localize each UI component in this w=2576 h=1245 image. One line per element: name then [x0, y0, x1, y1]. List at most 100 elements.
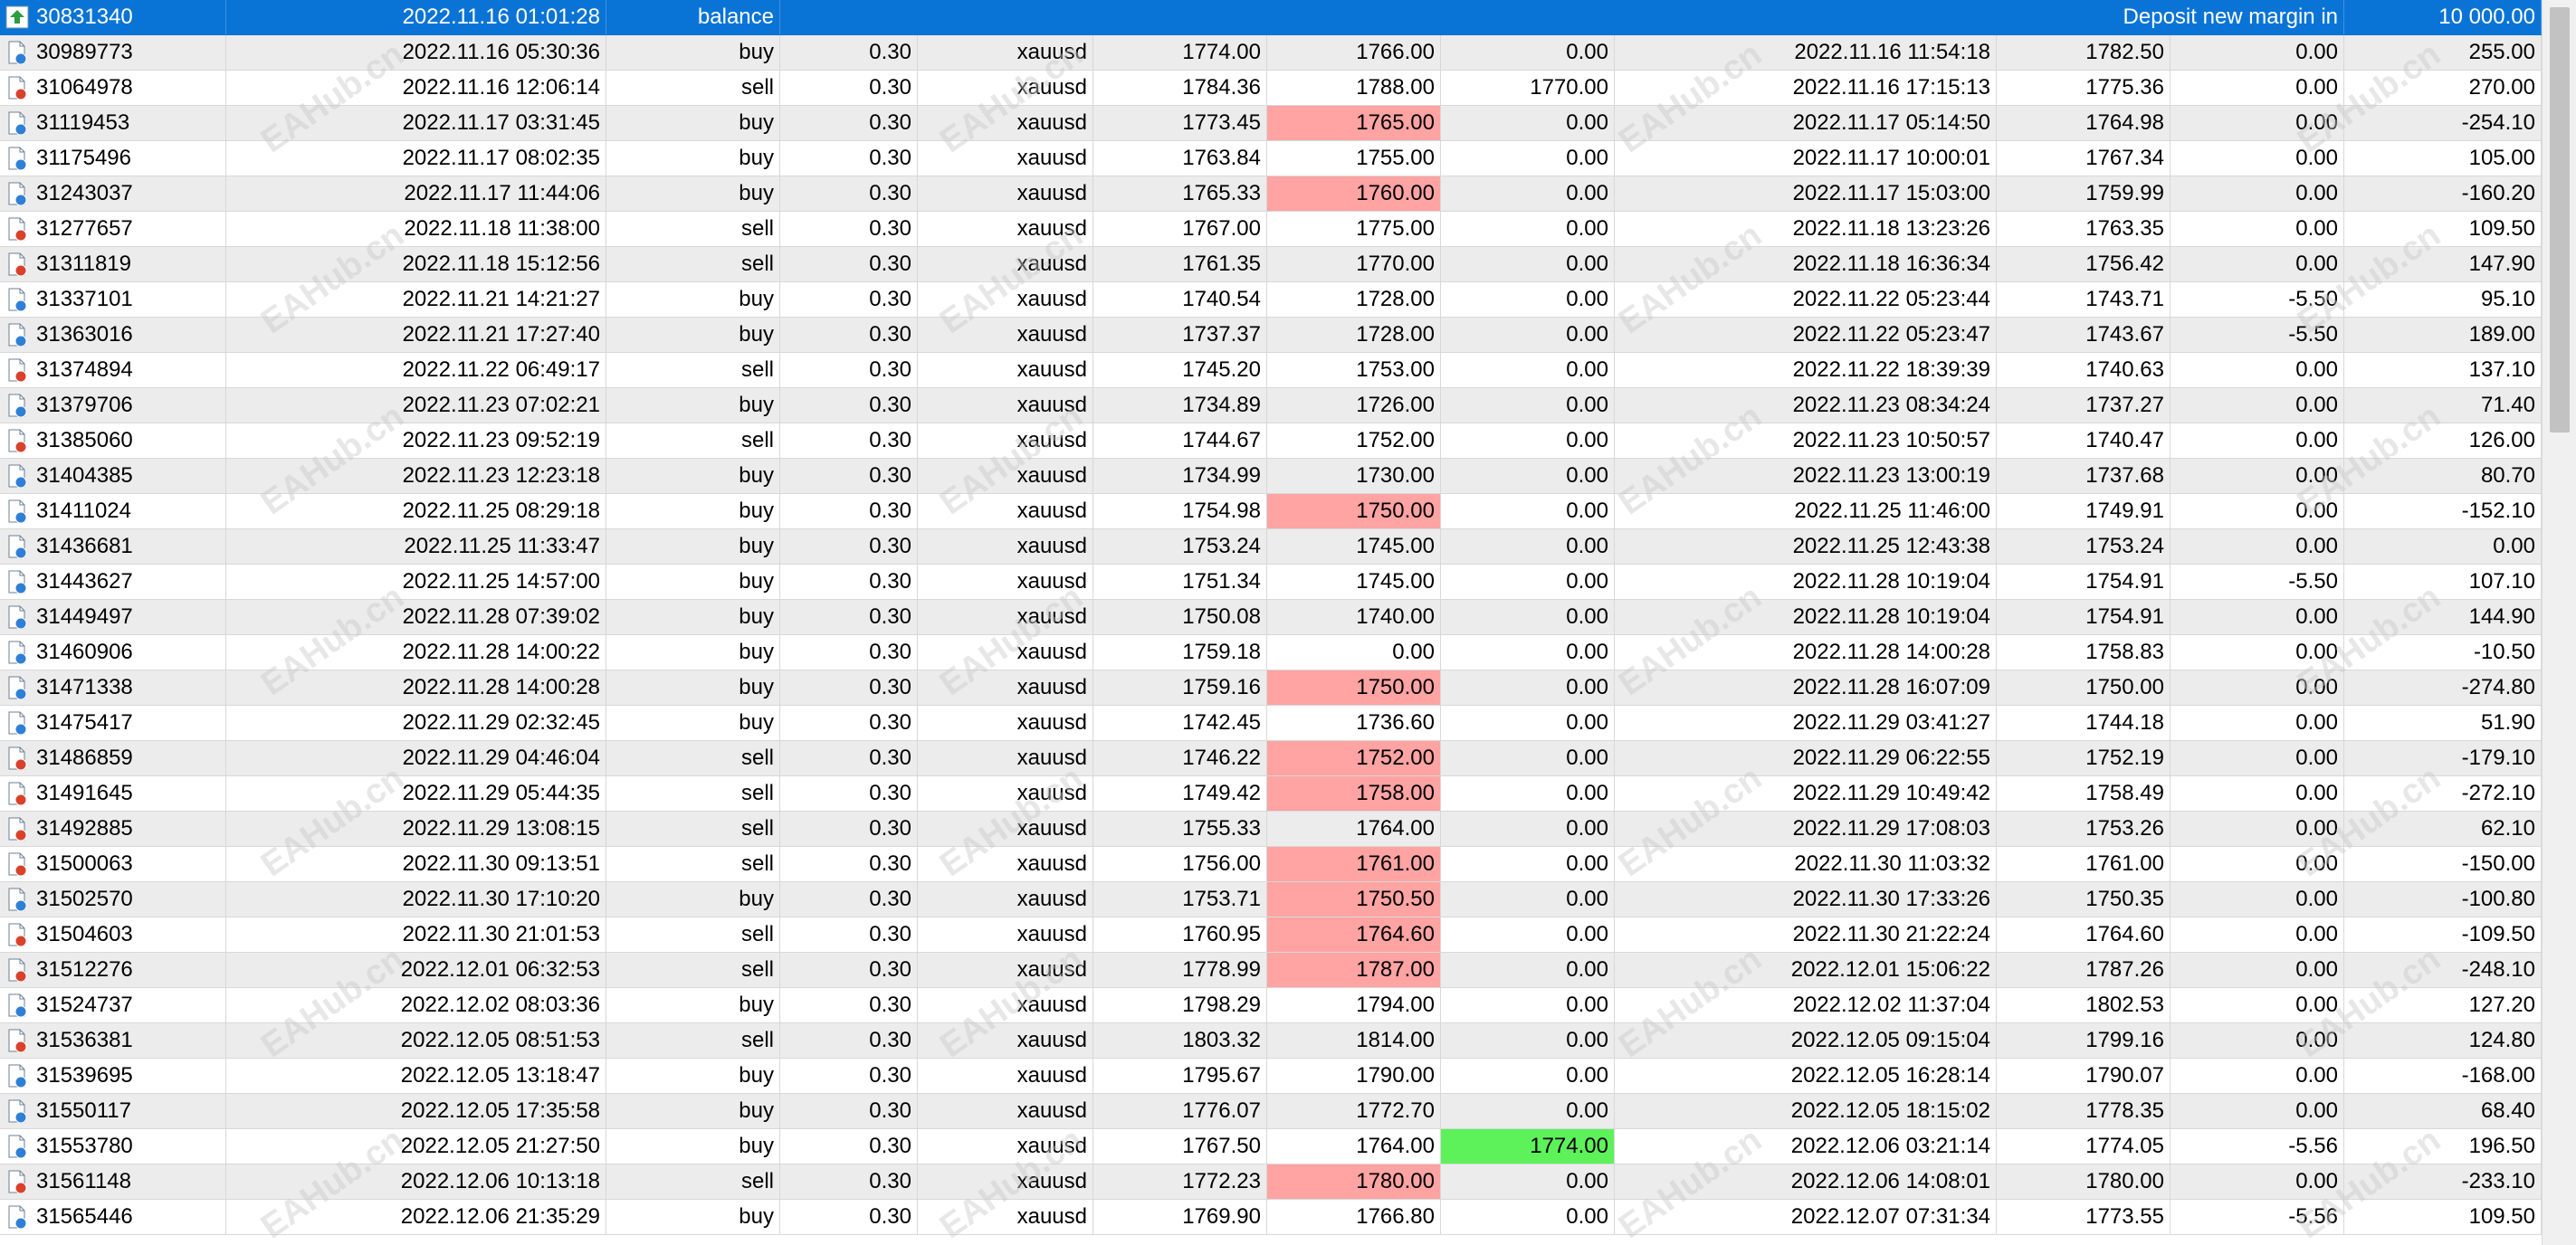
- ticket-cell[interactable]: 31277657: [0, 212, 226, 246]
- table-row[interactable]: 31492885 2022.11.29 13:08:15 sell 0.30 xauus…: [0, 812, 2542, 847]
- ticket-cell[interactable]: 31504603: [0, 917, 226, 952]
- table-row[interactable]: 31363016 2022.11.21 17:27:40 buy 0.30 xauusd…: [0, 318, 2542, 353]
- open-time-cell: 2022.11.21 17:27:40: [226, 318, 606, 352]
- table-row[interactable]: 31504603 2022.11.30 21:01:53 sell 0.30 xauus…: [0, 917, 2542, 953]
- symbol-cell: xauusd: [918, 318, 1093, 352]
- tp-cell: 0.00: [1441, 635, 1615, 670]
- sell-order-icon: [5, 358, 29, 383]
- tp-cell: 0.00: [1441, 35, 1615, 70]
- table-row[interactable]: 31524737 2022.12.02 08:03:36 buy 0.30 xauusd…: [0, 988, 2542, 1023]
- ticket-cell[interactable]: 31475417: [0, 706, 226, 740]
- tp-cell: 0.00: [1441, 388, 1615, 423]
- open-time-cell: 2022.12.06 21:35:29: [226, 1200, 606, 1234]
- ticket-cell[interactable]: 31512276: [0, 953, 226, 987]
- table-row[interactable]: 31311819 2022.11.18 15:12:56 sell 0.30 xauus…: [0, 247, 2542, 282]
- swap-cell: 0.00: [2171, 494, 2344, 528]
- table-row[interactable]: 31550117 2022.12.05 17:35:58 buy 0.30 xauusd…: [0, 1094, 2542, 1129]
- ticket-cell[interactable]: 31443627: [0, 565, 226, 599]
- ticket-cell[interactable]: 31064978: [0, 71, 226, 105]
- ticket-cell[interactable]: 31119453: [0, 106, 226, 140]
- table-row[interactable]: 31243037 2022.11.17 11:44:06 buy 0.30 xauusd…: [0, 176, 2542, 212]
- close-price-cell: 1754.91: [1997, 600, 2171, 634]
- ticket-cell[interactable]: 31524737: [0, 988, 226, 1022]
- ticket-cell[interactable]: 31500063: [0, 847, 226, 881]
- swap-cell: 0.00: [2171, 459, 2344, 493]
- vertical-scrollbar[interactable]: [2542, 0, 2576, 1245]
- table-row[interactable]: 31471338 2022.11.28 14:00:28 buy 0.30 xauusd…: [0, 670, 2542, 706]
- sl-cell: 1745.00: [1267, 529, 1441, 564]
- scrollbar-thumb[interactable]: [2550, 7, 2570, 432]
- ticket-cell[interactable]: 31363016: [0, 318, 226, 352]
- table-row[interactable]: 31475417 2022.11.29 02:32:45 buy 0.30 xauusd…: [0, 706, 2542, 741]
- close-time-cell: 2022.11.28 16:07:09: [1615, 670, 1997, 705]
- table-row[interactable]: 31512276 2022.12.01 06:32:53 sell 0.30 xauus…: [0, 953, 2542, 988]
- table-row[interactable]: 31119453 2022.11.17 03:31:45 buy 0.30 xauusd…: [0, 106, 2542, 141]
- profit-cell: -109.50: [2344, 917, 2542, 952]
- table-row[interactable]: 31449497 2022.11.28 07:39:02 buy 0.30 xauusd…: [0, 600, 2542, 635]
- table-row[interactable]: 31064978 2022.11.16 12:06:14 sell 0.30 xauus…: [0, 71, 2542, 106]
- symbol-cell: xauusd: [918, 600, 1093, 634]
- ticket-number: 31492885: [36, 816, 133, 841]
- ticket-cell[interactable]: 31502570: [0, 882, 226, 917]
- ticket-cell[interactable]: 31491645: [0, 776, 226, 811]
- symbol-cell: xauusd: [918, 988, 1093, 1022]
- ticket-number: 31524737: [36, 993, 133, 1017]
- ticket-cell[interactable]: 31385060: [0, 423, 226, 458]
- ticket-cell[interactable]: 30831340: [0, 0, 226, 34]
- ticket-cell[interactable]: 31536381: [0, 1023, 226, 1058]
- ticket-cell[interactable]: 30989773: [0, 35, 226, 70]
- ticket-cell[interactable]: 31550117: [0, 1094, 226, 1128]
- ticket-cell[interactable]: 31486859: [0, 741, 226, 775]
- ticket-cell[interactable]: 31337101: [0, 282, 226, 317]
- table-row[interactable]: 31539695 2022.12.05 13:18:47 buy 0.30 xauusd…: [0, 1059, 2542, 1094]
- swap-cell: 0.00: [2171, 35, 2344, 70]
- ticket-cell[interactable]: 31311819: [0, 247, 226, 281]
- table-row[interactable]: 31500063 2022.11.30 09:13:51 sell 0.30 xauus…: [0, 847, 2542, 882]
- table-row[interactable]: 31491645 2022.11.29 05:44:35 sell 0.30 xauus…: [0, 776, 2542, 812]
- open-price-cell: 1803.32: [1093, 1023, 1267, 1058]
- tp-cell: 0.00: [1441, 776, 1615, 811]
- table-row[interactable]: 31561148 2022.12.06 10:13:18 sell 0.30 xauus…: [0, 1164, 2542, 1200]
- table-row[interactable]: 31553780 2022.12.05 21:27:50 buy 0.30 xauusd…: [0, 1129, 2542, 1164]
- table-row[interactable]: 31385060 2022.11.23 09:52:19 sell 0.30 xauus…: [0, 423, 2542, 459]
- ticket-cell[interactable]: 31492885: [0, 812, 226, 846]
- table-row[interactable]: 31502570 2022.11.30 17:10:20 buy 0.30 xauusd…: [0, 882, 2542, 917]
- table-row[interactable]: 31404385 2022.11.23 12:23:18 buy 0.30 xauusd…: [0, 459, 2542, 494]
- ticket-cell[interactable]: 31374894: [0, 353, 226, 387]
- table-row[interactable]: 31175496 2022.11.17 08:02:35 buy 0.30 xauusd…: [0, 141, 2542, 176]
- table-row[interactable]: 31443627 2022.11.25 14:57:00 buy 0.30 xauusd…: [0, 565, 2542, 600]
- open-time-cell: 2022.11.16 05:30:36: [226, 35, 606, 70]
- table-row[interactable]: 31460906 2022.11.28 14:00:22 buy 0.30 xauusd…: [0, 635, 2542, 670]
- sl-cell: 1766.80: [1267, 1200, 1441, 1234]
- table-row[interactable]: 30989773 2022.11.16 05:30:36 buy 0.30 xauusd…: [0, 35, 2542, 71]
- symbol-cell: xauusd: [918, 706, 1093, 740]
- table-row[interactable]: 31379706 2022.11.23 07:02:21 buy 0.30 xauusd…: [0, 388, 2542, 423]
- ticket-cell[interactable]: 31404385: [0, 459, 226, 493]
- table-row[interactable]: 31374894 2022.11.22 06:49:17 sell 0.30 xauus…: [0, 353, 2542, 388]
- profit-cell: 105.00: [2344, 141, 2542, 176]
- table-row[interactable]: 31411024 2022.11.25 08:29:18 buy 0.30 xauusd…: [0, 494, 2542, 529]
- ticket-cell[interactable]: 31175496: [0, 141, 226, 176]
- table-row[interactable]: 31536381 2022.12.05 08:51:53 sell 0.30 xauus…: [0, 1023, 2542, 1059]
- table-row[interactable]: 31337101 2022.11.21 14:21:27 buy 0.30 xauusd…: [0, 282, 2542, 318]
- balance-row[interactable]: 30831340 2022.11.16 01:01:28 balance Deposi…: [0, 0, 2542, 35]
- ticket-cell[interactable]: 31539695: [0, 1059, 226, 1093]
- table-row[interactable]: 31565446 2022.12.06 21:35:29 buy 0.30 xauusd…: [0, 1200, 2542, 1235]
- table-row[interactable]: 31277657 2022.11.18 11:38:00 sell 0.30 xauus…: [0, 212, 2542, 247]
- sl-cell: 1750.00: [1267, 670, 1441, 705]
- ticket-cell[interactable]: 31379706: [0, 388, 226, 423]
- ticket-cell[interactable]: 31565446: [0, 1200, 226, 1234]
- buy-order-icon: [5, 993, 29, 1018]
- table-row[interactable]: 31436681 2022.11.25 11:33:47 buy 0.30 xauusd…: [0, 529, 2542, 565]
- type-cell: buy: [606, 600, 780, 634]
- open-time-cell: 2022.11.30 09:13:51: [226, 847, 606, 881]
- table-row[interactable]: 31486859 2022.11.29 04:46:04 sell 0.30 xauus…: [0, 741, 2542, 776]
- ticket-cell[interactable]: 31243037: [0, 176, 226, 211]
- ticket-cell[interactable]: 31553780: [0, 1129, 226, 1164]
- ticket-cell[interactable]: 31460906: [0, 635, 226, 670]
- ticket-cell[interactable]: 31561148: [0, 1164, 226, 1199]
- ticket-cell[interactable]: 31449497: [0, 600, 226, 634]
- ticket-cell[interactable]: 31436681: [0, 529, 226, 564]
- ticket-cell[interactable]: 31471338: [0, 670, 226, 705]
- ticket-cell[interactable]: 31411024: [0, 494, 226, 528]
